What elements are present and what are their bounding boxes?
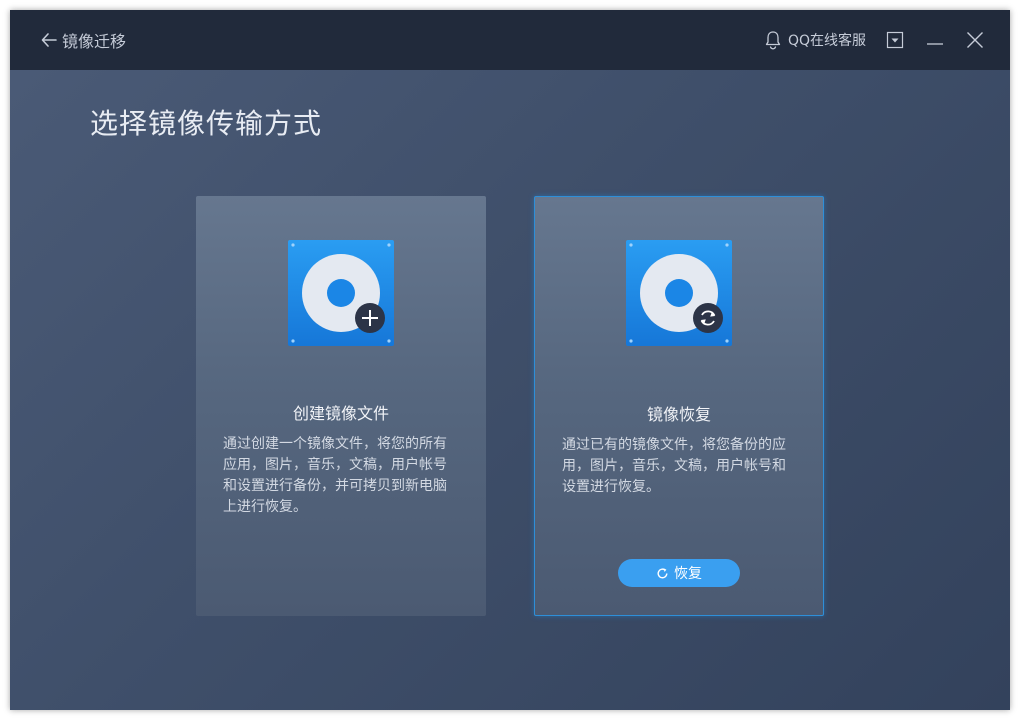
app-window: 镜像迁移 QQ在线客服 选择镜像传输方式 创建镜像文件 通过创建一个镜像文件，将… [10,10,1010,710]
card-title: 创建镜像文件 [292,404,389,423]
refresh-icon [657,567,668,578]
close-icon [967,32,983,48]
back-label: 镜像迁移 [62,32,127,51]
arrow-left-icon [41,33,57,47]
disk-restore-icon [626,240,732,346]
card-description: 通过创建一个镜像文件，将您的所有应用，图片，音乐，文稿，用户帐号和设置进行备份，… [223,436,447,515]
restore-button-label: 恢复 [674,566,702,582]
bell-icon [765,31,781,50]
title-controls: QQ在线客服 [764,28,986,52]
restore-image-card[interactable]: 镜像恢复 通过已有的镜像文件，将您备份的应用，图片，音乐，文稿，用户帐号和设置进… [534,196,824,616]
page-title: 选择镜像传输方式 [90,107,323,140]
restore-button[interactable]: 恢复 [618,559,740,587]
card-title: 镜像恢复 [646,405,711,424]
dropdown-icon [886,31,904,49]
qq-service-label: QQ在线客服 [787,33,866,49]
dropdown-menu-button[interactable] [884,29,906,51]
back-button[interactable]: 镜像迁移 [40,28,126,52]
minimize-button[interactable] [924,29,946,51]
close-button[interactable] [964,29,986,51]
card-description: 通过已有的镜像文件，将您备份的应用，图片，音乐，文稿，用户帐号和设置进行恢复。 [562,437,786,495]
title-bar: 镜像迁移 QQ在线客服 [10,10,1010,70]
qq-service-link[interactable]: QQ在线客服 [764,30,866,50]
disk-add-icon [288,240,394,346]
create-image-card[interactable]: 创建镜像文件 通过创建一个镜像文件，将您的所有应用，图片，音乐，文稿，用户帐号和… [196,196,486,616]
minimize-icon [927,43,943,45]
